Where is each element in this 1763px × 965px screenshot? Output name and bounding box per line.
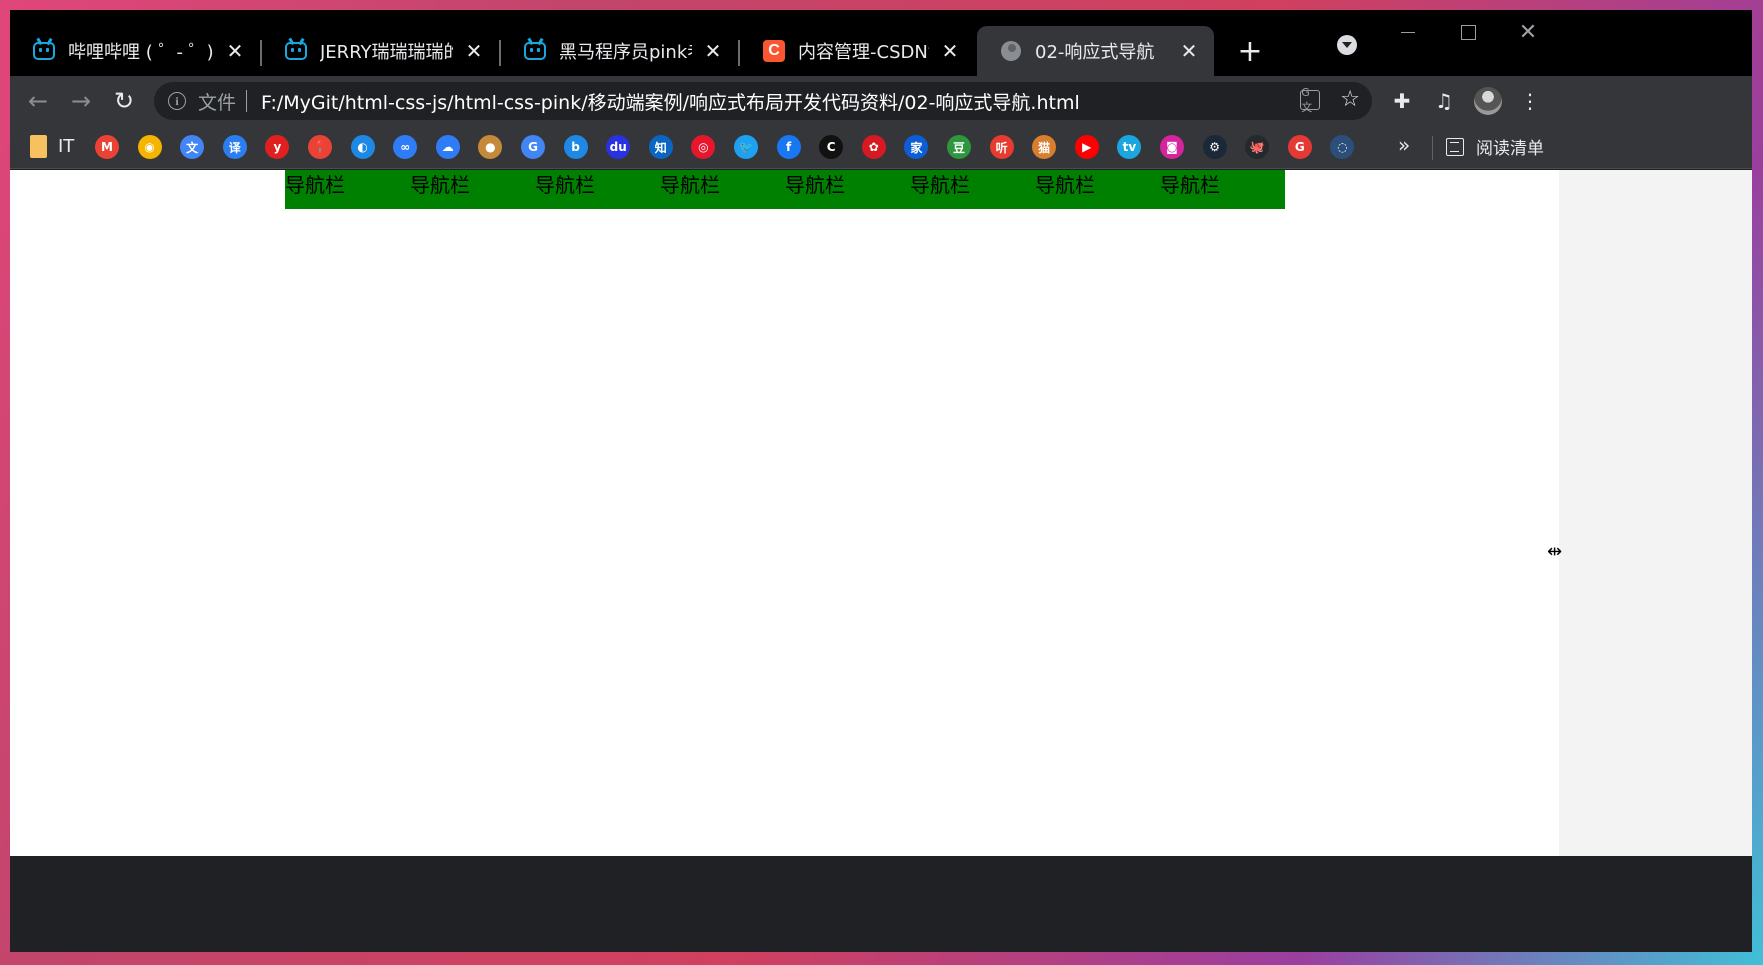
zhihu-icon[interactable]: 知 [648,135,673,159]
nav-item[interactable]: 导航栏 [910,170,1035,209]
minimize-button[interactable] [1388,20,1428,44]
bing-icon[interactable]: b [563,135,588,159]
toolbar: ← → ↻ i 文件 F:/MyGit/html-css-js/html-css… [10,76,1752,126]
forward-button[interactable]: → [67,87,95,115]
bookmark-folder-it[interactable]: IT [58,136,74,157]
close-icon[interactable]: ✕ [463,39,485,63]
window-close-button[interactable]: ✕ [1508,20,1548,45]
nav-item[interactable]: 导航栏 [1035,170,1160,209]
cat-icon[interactable]: 猫 [1032,135,1057,159]
extensions-icon[interactable]: ✚ [1388,87,1416,115]
reading-list-button[interactable]: 阅读清单 [1446,134,1544,159]
info-icon[interactable]: i [168,92,186,110]
c-icon[interactable]: C [819,135,844,159]
douban-icon[interactable]: 豆 [947,135,971,159]
google-icon[interactable]: G [521,135,545,159]
bookmarks-more-button[interactable]: » [1398,133,1410,157]
baidu-icon[interactable]: du [606,135,631,159]
map-pin-icon[interactable]: 📍 [308,135,332,159]
reading-list-label: 阅读清单 [1476,139,1544,159]
jia-icon[interactable]: 家 [904,135,929,159]
bilibili-icon [523,37,547,63]
tab-strip: 哔哩哔哩 ( ゜- ゜)つロ ✕ JERRY瑞瑞瑞瑞的个人 ✕ 黑马程序员pin… [10,10,1752,76]
tab-csdn[interactable]: C 内容管理-CSDN博客 ✕ [740,26,975,76]
new-tab-button[interactable]: + [1235,37,1265,68]
csdn-icon: C [762,39,786,63]
tab-title: 哔哩哔哩 ( ゜- ゜)つロ [68,42,214,63]
twitter-icon[interactable]: 🐦 [734,135,758,159]
browser-globe-icon[interactable]: ◐ [350,135,375,159]
folder-icon[interactable] [30,135,47,158]
avatar[interactable] [1474,87,1502,115]
nav-item[interactable]: 导航栏 [410,170,535,209]
devtools-edge [1559,170,1752,856]
close-icon[interactable]: ✕ [702,39,724,63]
steam-icon[interactable]: ⚙ [1202,135,1227,159]
g-red-icon[interactable]: G [1287,135,1312,159]
faded-icon[interactable]: ◌ [1330,135,1355,159]
instagram-icon[interactable]: ◙ [1160,135,1184,159]
ting-icon[interactable]: 听 [989,135,1014,159]
bilibili-icon [284,37,308,63]
huawei-icon[interactable]: ✿ [861,135,886,159]
nav-item[interactable]: 导航栏 [535,170,660,209]
yinxiang-icon[interactable]: y [265,135,290,159]
omnibox-divider [246,90,248,112]
responsive-nav: 导航栏 导航栏 导航栏 导航栏 导航栏 导航栏 导航栏 导航栏 [285,170,1285,209]
cloud-icon[interactable]: ☁ [435,135,460,159]
tab-search-icon[interactable] [1337,35,1357,55]
browser-window: 哔哩哔哩 ( ゜- ゜)つロ ✕ JERRY瑞瑞瑞瑞的个人 ✕ 黑马程序员pin… [10,10,1752,952]
nav-item[interactable]: 导航栏 [660,170,785,209]
tab-title: 02-响应式导航 [1035,42,1155,63]
nav-item[interactable]: 导航栏 [785,170,910,209]
bookmarks-bar: IT M ◉ 文译 y 📍 ◐ ∞ ☁ ● Gb du 知 ◎ 🐦 f C ✿ 家豆听猫 ▶ tv ◙ ⚙ 🐙 G ◌ » 阅读… [10,126,1752,169]
nav-item[interactable]: 导航栏 [1160,170,1285,209]
resize-cursor-icon: ⇹ [1547,541,1563,562]
tab-responsive-nav[interactable]: 02-响应式导航 ✕ [977,26,1214,76]
back-button[interactable]: ← [24,87,52,115]
tab-bilibili-home[interactable]: 哔哩哔哩 ( ゜- ゜)つロ ✕ [10,26,260,76]
close-icon[interactable]: ✕ [1178,39,1200,63]
media-control-icon[interactable]: ♫ [1430,87,1458,115]
close-icon[interactable]: ✕ [224,39,246,63]
translate-icon[interactable]: G文 [1300,86,1321,114]
weibo-icon[interactable]: ◎ [691,135,716,159]
gmail-icon[interactable]: M [95,135,119,159]
reading-list-icon [1446,137,1464,156]
youtube-icon[interactable]: ▶ [1074,135,1099,159]
bookmark-star-icon[interactable]: ☆ [1340,89,1360,111]
address-bar[interactable]: i 文件 F:/MyGit/html-css-js/html-css-pink/… [154,82,1372,120]
youdao-translate-icon[interactable]: 译 [222,135,247,159]
chrome-icon[interactable]: ◉ [137,135,162,159]
page-content: 导航栏 导航栏 导航栏 导航栏 导航栏 导航栏 导航栏 导航栏 [10,170,1559,856]
maximize-button[interactable] [1448,20,1488,44]
close-icon[interactable]: ✕ [939,39,961,63]
acorn-icon[interactable]: ● [478,135,503,159]
globe-icon [999,39,1023,63]
facebook-icon[interactable]: f [776,135,801,159]
nav-item[interactable]: 导航栏 [285,170,410,209]
github-icon[interactable]: 🐙 [1245,135,1270,159]
reload-button[interactable]: ↻ [110,87,138,115]
google-translate-icon[interactable]: 文 [180,135,205,159]
baidu-cloud-icon[interactable]: ∞ [393,135,418,159]
tab-jerry[interactable]: JERRY瑞瑞瑞瑞的个人 ✕ [262,26,499,76]
file-label: 文件 [198,91,237,114]
bilibili-icon [32,37,56,63]
bookmarks-divider [1432,136,1433,160]
bilibili-bookmark-icon[interactable]: tv [1117,135,1142,159]
url-text[interactable]: F:/MyGit/html-css-js/html-css-pink/移动端案例… [261,88,1080,115]
menu-icon[interactable]: ⋮ [1516,87,1544,115]
tab-title: 内容管理-CSDN博客 [798,42,929,63]
tab-pink-teacher[interactable]: 黑马程序员pink老师前 ✕ [501,26,738,76]
tab-title: 黑马程序员pink老师前 [559,42,692,63]
tab-title: JERRY瑞瑞瑞瑞的个人 [320,42,453,63]
